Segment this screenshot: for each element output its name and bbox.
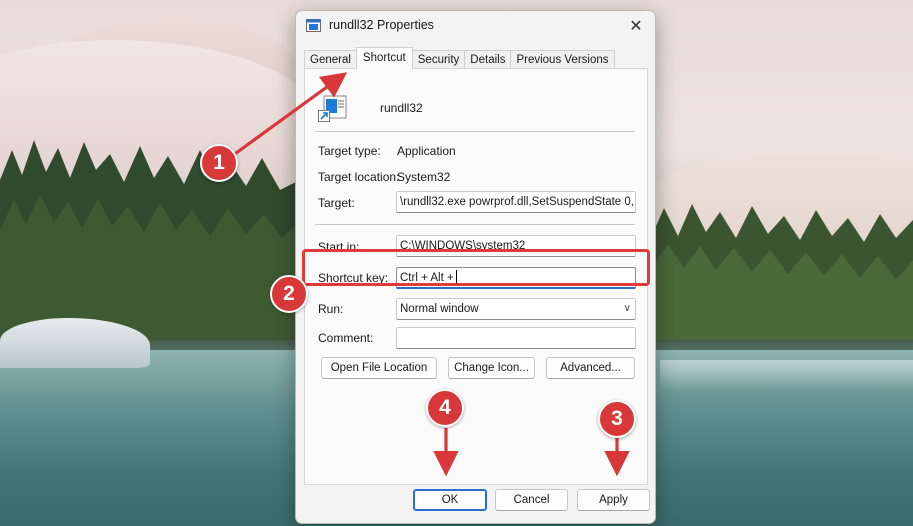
- shortcut-key-highlight: [302, 249, 650, 286]
- shortcut-file-name: rundll32: [380, 101, 423, 115]
- advanced-button[interactable]: Advanced...: [546, 357, 635, 379]
- tab-security[interactable]: Security: [411, 50, 466, 69]
- divider: [315, 131, 635, 132]
- dialog-title: rundll32 Properties: [329, 18, 434, 32]
- close-icon: ✕: [629, 18, 643, 35]
- wallpaper-lake-reflection: [660, 360, 913, 390]
- divider: [315, 224, 635, 225]
- chevron-down-icon: ∨: [623, 303, 631, 314]
- step-4-badge: 4: [426, 389, 464, 427]
- step-1-badge: 1: [200, 144, 238, 182]
- tab-previous-versions[interactable]: Previous Versions: [510, 50, 615, 69]
- tab-strip: General Shortcut Security Details Previo…: [304, 47, 615, 69]
- step-3-badge: 3: [598, 400, 636, 438]
- tab-general[interactable]: General: [304, 50, 357, 69]
- open-file-location-button[interactable]: Open File Location: [321, 357, 437, 379]
- shortcut-app-icon: [306, 19, 321, 32]
- target-location-label: Target location:: [318, 170, 400, 184]
- tab-shortcut[interactable]: Shortcut: [355, 47, 413, 69]
- target-type-value: Application: [397, 144, 456, 158]
- step-2-badge: 2: [270, 275, 308, 313]
- run-select[interactable]: Normal window ∨: [396, 298, 636, 320]
- target-input[interactable]: \rundll32.exe powrprof.dll,SetSuspendSta…: [396, 191, 636, 213]
- comment-label: Comment:: [318, 331, 374, 345]
- tab-details[interactable]: Details: [464, 50, 512, 69]
- target-location-value: System32: [397, 170, 451, 184]
- close-button[interactable]: ✕: [623, 13, 649, 39]
- cancel-button[interactable]: Cancel: [495, 489, 568, 511]
- dialog-titlebar[interactable]: rundll32 Properties ✕: [296, 11, 655, 41]
- run-select-value: Normal window: [400, 303, 479, 315]
- shortcut-file-icon: [318, 95, 347, 122]
- change-icon-button[interactable]: Change Icon...: [448, 357, 535, 379]
- comment-input[interactable]: [396, 327, 636, 349]
- wallpaper-snowbank: [0, 318, 150, 368]
- target-label: Target:: [318, 196, 355, 210]
- ok-button[interactable]: OK: [413, 489, 487, 511]
- apply-button[interactable]: Apply: [577, 489, 650, 511]
- run-label: Run:: [318, 302, 344, 316]
- target-type-label: Target type:: [318, 144, 381, 158]
